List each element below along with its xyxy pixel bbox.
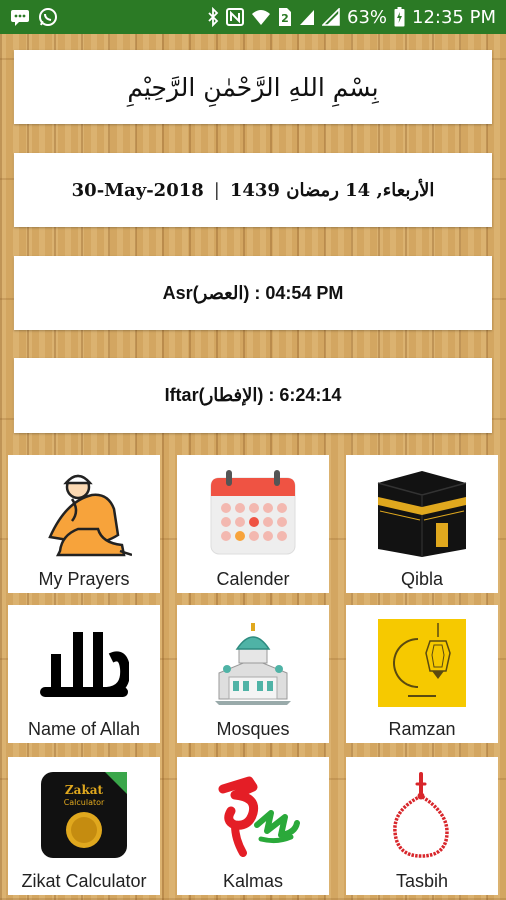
tile-label: Qibla [400, 569, 444, 589]
allah-calligraphy-icon [8, 611, 160, 715]
tile-label: Kalmas [222, 871, 284, 891]
tile-name-of-allah[interactable]: Name of Allah [8, 605, 160, 743]
svg-text:2: 2 [281, 12, 289, 25]
bluetooth-icon [207, 7, 219, 27]
tile-tasbih[interactable]: Tasbih [346, 757, 498, 895]
tile-zikat-calculator[interactable]: Zakat Calculator Zikat Calculator [8, 757, 160, 895]
signal-icon [299, 8, 315, 26]
bismillah-text: بِسْمِ اللهِ الرَّحْمٰنِ الرَّحِيْمِ [127, 72, 379, 102]
tile-ramzan[interactable]: Ramzan [346, 605, 498, 743]
tile-label: My Prayers [38, 569, 130, 589]
mosque-icon [177, 611, 329, 715]
tile-label: Tasbih [395, 871, 449, 891]
praying-man-icon [8, 461, 160, 565]
clock: 12:35 PM [412, 6, 496, 28]
current-prayer-card: Asr(العصر) : 04:54 PM [14, 256, 492, 330]
tile-label: Mosques [216, 719, 290, 739]
message-icon [10, 8, 30, 26]
tile-label: Ramzan [388, 719, 456, 739]
bismillah-card: بِسْمِ اللهِ الرَّحْمٰنِ الرَّحِيْمِ [14, 50, 492, 124]
status-bar: 2 63% 12:35 PM [0, 0, 506, 34]
ramzan-lantern-icon [346, 611, 498, 715]
zakat-calculator-icon: Zakat Calculator [8, 763, 160, 867]
tile-calender[interactable]: Calender [177, 455, 329, 593]
whatsapp-icon [38, 7, 58, 27]
battery-icon [394, 7, 405, 27]
nfc-icon [226, 8, 244, 26]
hijri-date: الأربعاء, 14 رمضان 1439 [229, 179, 435, 201]
sim-2-icon: 2 [278, 7, 292, 27]
tile-my-prayers[interactable]: My Prayers [8, 455, 160, 593]
date-card: 30-May-2018 | الأربعاء, 14 رمضان 1439 [14, 153, 492, 227]
tile-label: Calender [216, 569, 290, 589]
tile-kalmas[interactable]: Kalmas [177, 757, 329, 895]
calendar-icon [177, 461, 329, 565]
iftar-countdown-card: Iftar(الإفطار) : 6:24:14 [14, 358, 492, 433]
kaaba-icon [346, 461, 498, 565]
wifi-icon [251, 8, 271, 26]
zakat-icon-title: Zakat [65, 783, 104, 797]
kalma-calligraphy-icon [177, 763, 329, 867]
signal-icon [322, 8, 340, 26]
zakat-icon-subtitle: Calculator [64, 798, 105, 807]
tasbih-beads-icon [346, 763, 498, 867]
gregorian-date: 30-May-2018 [71, 179, 204, 201]
tile-qibla[interactable]: Qibla [346, 455, 498, 593]
tile-mosques[interactable]: Mosques [177, 605, 329, 743]
current-prayer-text: Asr(العصر) : 04:54 PM [162, 282, 344, 303]
date-separator: | [213, 179, 220, 201]
tile-label: Zikat Calculator [21, 871, 147, 891]
iftar-countdown-text: Iftar(الإفطار) : 6:24:14 [164, 385, 342, 405]
battery-percent: 63% [347, 6, 388, 28]
tile-label: Name of Allah [27, 719, 141, 739]
